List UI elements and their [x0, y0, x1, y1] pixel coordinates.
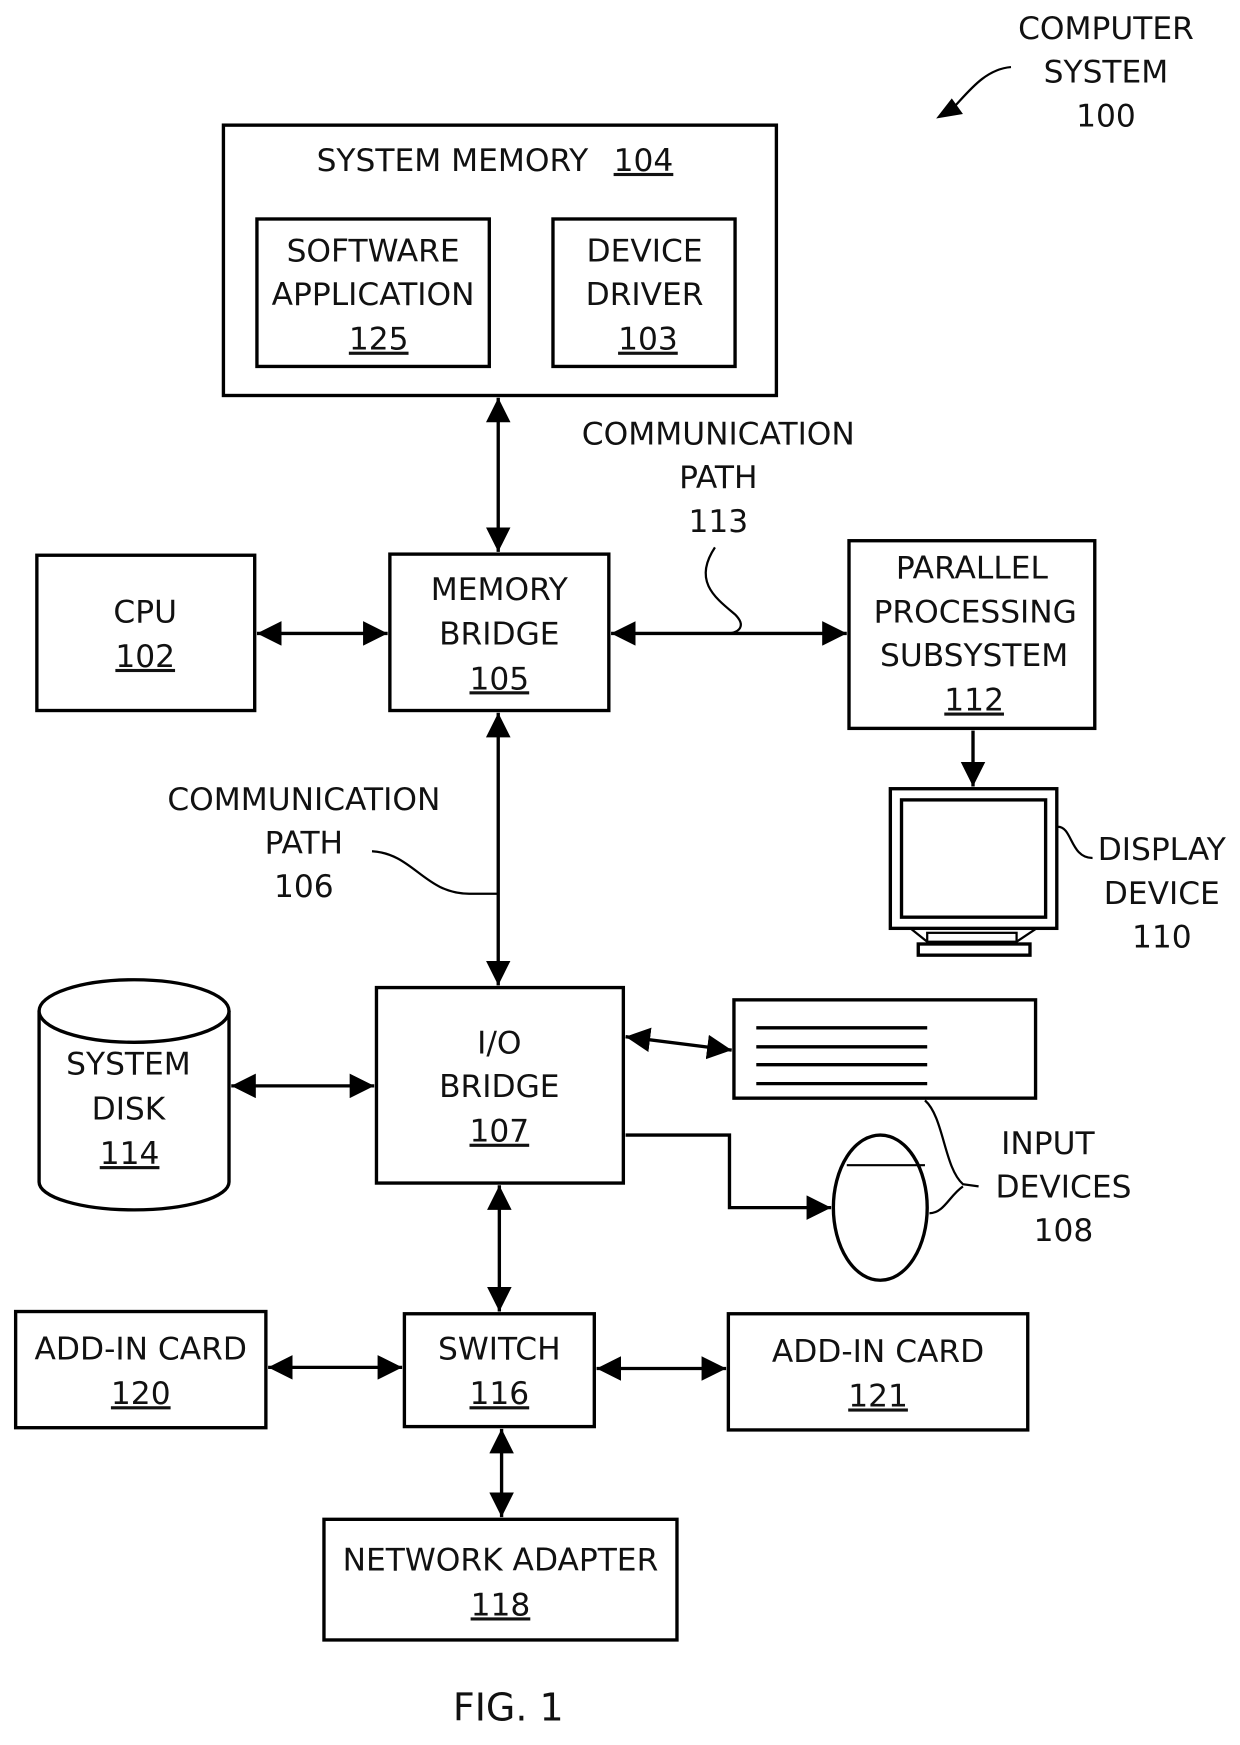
system-memory-ref: 104: [614, 143, 674, 179]
parallel-line3: SUBSYSTEM: [880, 638, 1068, 674]
input-devices-line2: DEVICES: [996, 1170, 1132, 1206]
add-in-card-120-ref: 120: [111, 1376, 171, 1412]
memory-bridge-line2: BRIDGE: [439, 617, 559, 653]
keyboard-icon: [732, 998, 1038, 1100]
software-application-line1: SOFTWARE: [287, 233, 460, 269]
input-devices-brace: [924, 1099, 979, 1215]
title-pointer-arrow-icon: [948, 65, 1012, 113]
communication-path-113: COMMUNICATION PATH 113: [582, 417, 855, 635]
parallel-line2: PROCESSING: [874, 594, 1077, 630]
display-ref: 110: [1132, 919, 1192, 955]
display-device-node[interactable]: DISPLAY DEVICE 110: [888, 787, 1227, 957]
add-in-card-121-label: ADD-IN CARD: [772, 1334, 984, 1370]
input-devices-ref: 108: [1034, 1213, 1094, 1249]
io-bridge-ref: 107: [470, 1114, 530, 1150]
cpu-ref: 102: [115, 639, 175, 675]
computer-system-label: COMPUTER SYSTEM 100: [936, 11, 1194, 134]
cpu-label: CPU: [113, 594, 177, 630]
device-driver-node[interactable]: DEVICE DRIVER 103: [551, 217, 737, 369]
memory-bridge-ref: 105: [470, 661, 530, 697]
device-driver-line2: DRIVER: [586, 277, 704, 313]
io-bridge-line1: I/O: [477, 1025, 521, 1061]
path-113-line2: PATH: [679, 460, 757, 496]
software-application-node[interactable]: SOFTWARE APPLICATION 125: [255, 217, 491, 369]
parallel-line1: PARALLEL: [896, 551, 1049, 587]
software-application-ref: 125: [349, 322, 409, 358]
system-disk-line1: SYSTEM: [66, 1047, 191, 1083]
mouse-icon: [831, 1133, 929, 1282]
add-in-card-121-node[interactable]: ADD-IN CARD 121: [726, 1312, 1030, 1432]
parallel-ref: 112: [944, 683, 1004, 719]
display-line2: DEVICE: [1104, 876, 1220, 912]
software-application-line2: APPLICATION: [272, 277, 475, 313]
path-106-line2: PATH: [265, 826, 343, 862]
system-disk-line2: DISK: [92, 1091, 167, 1127]
add-in-card-120-label: ADD-IN CARD: [35, 1332, 247, 1368]
io-mouse-arrow: [625, 1133, 832, 1220]
path-106-leader: [371, 850, 499, 895]
input-devices-node[interactable]: INPUT DEVICES 108: [625, 998, 1132, 1282]
path-113-line1: COMMUNICATION: [582, 417, 855, 453]
communication-path-106: COMMUNICATION PATH 106: [167, 782, 499, 905]
io-keyboard-arrow: [625, 1027, 732, 1060]
title-ref: 100: [1076, 98, 1136, 134]
cpu-node[interactable]: CPU 102: [35, 553, 257, 713]
path-106-ref: 106: [274, 869, 334, 905]
figure-caption: FIG. 1: [453, 1685, 564, 1729]
device-driver-line1: DEVICE: [587, 233, 703, 269]
device-driver-ref: 103: [618, 322, 678, 358]
memory-bridge-line1: MEMORY: [431, 572, 569, 608]
path-113-ref: 113: [688, 504, 748, 540]
memory-bridge-node[interactable]: MEMORY BRIDGE 105: [388, 552, 611, 713]
add-in-card-121-ref: 121: [848, 1378, 908, 1414]
network-adapter-node[interactable]: NETWORK ADAPTER 118: [322, 1517, 679, 1642]
input-devices-line1: INPUT: [1001, 1126, 1095, 1162]
title-line1: COMPUTER: [1018, 11, 1194, 47]
switch-ref: 116: [470, 1376, 530, 1412]
title-line2: SYSTEM: [1044, 55, 1169, 91]
path-106-line1: COMMUNICATION: [167, 782, 440, 818]
parallel-processing-node[interactable]: PARALLEL PROCESSING SUBSYSTEM 112: [847, 539, 1097, 731]
network-adapter-label: NETWORK ADAPTER: [343, 1543, 659, 1579]
switch-node[interactable]: SWITCH 116: [402, 1312, 596, 1429]
system-memory-label: SYSTEM MEMORY: [317, 143, 590, 179]
network-adapter-ref: 118: [471, 1587, 531, 1623]
computer-system-diagram: COMPUTER SYSTEM 100 SYSTEM MEMORY 104 SO…: [13, 11, 1227, 1729]
path-113-leader: [704, 546, 742, 635]
io-bridge-node[interactable]: I/O BRIDGE 107: [374, 985, 626, 1185]
display-line1: DISPLAY: [1098, 832, 1227, 868]
display-leader: [1057, 825, 1093, 860]
switch-label: SWITCH: [438, 1332, 561, 1368]
io-bridge-line2: BRIDGE: [439, 1069, 559, 1105]
add-in-card-120-node[interactable]: ADD-IN CARD 120: [13, 1309, 268, 1430]
system-disk-ref: 114: [100, 1136, 160, 1172]
system-disk-node[interactable]: SYSTEM DISK 114: [37, 978, 231, 1212]
